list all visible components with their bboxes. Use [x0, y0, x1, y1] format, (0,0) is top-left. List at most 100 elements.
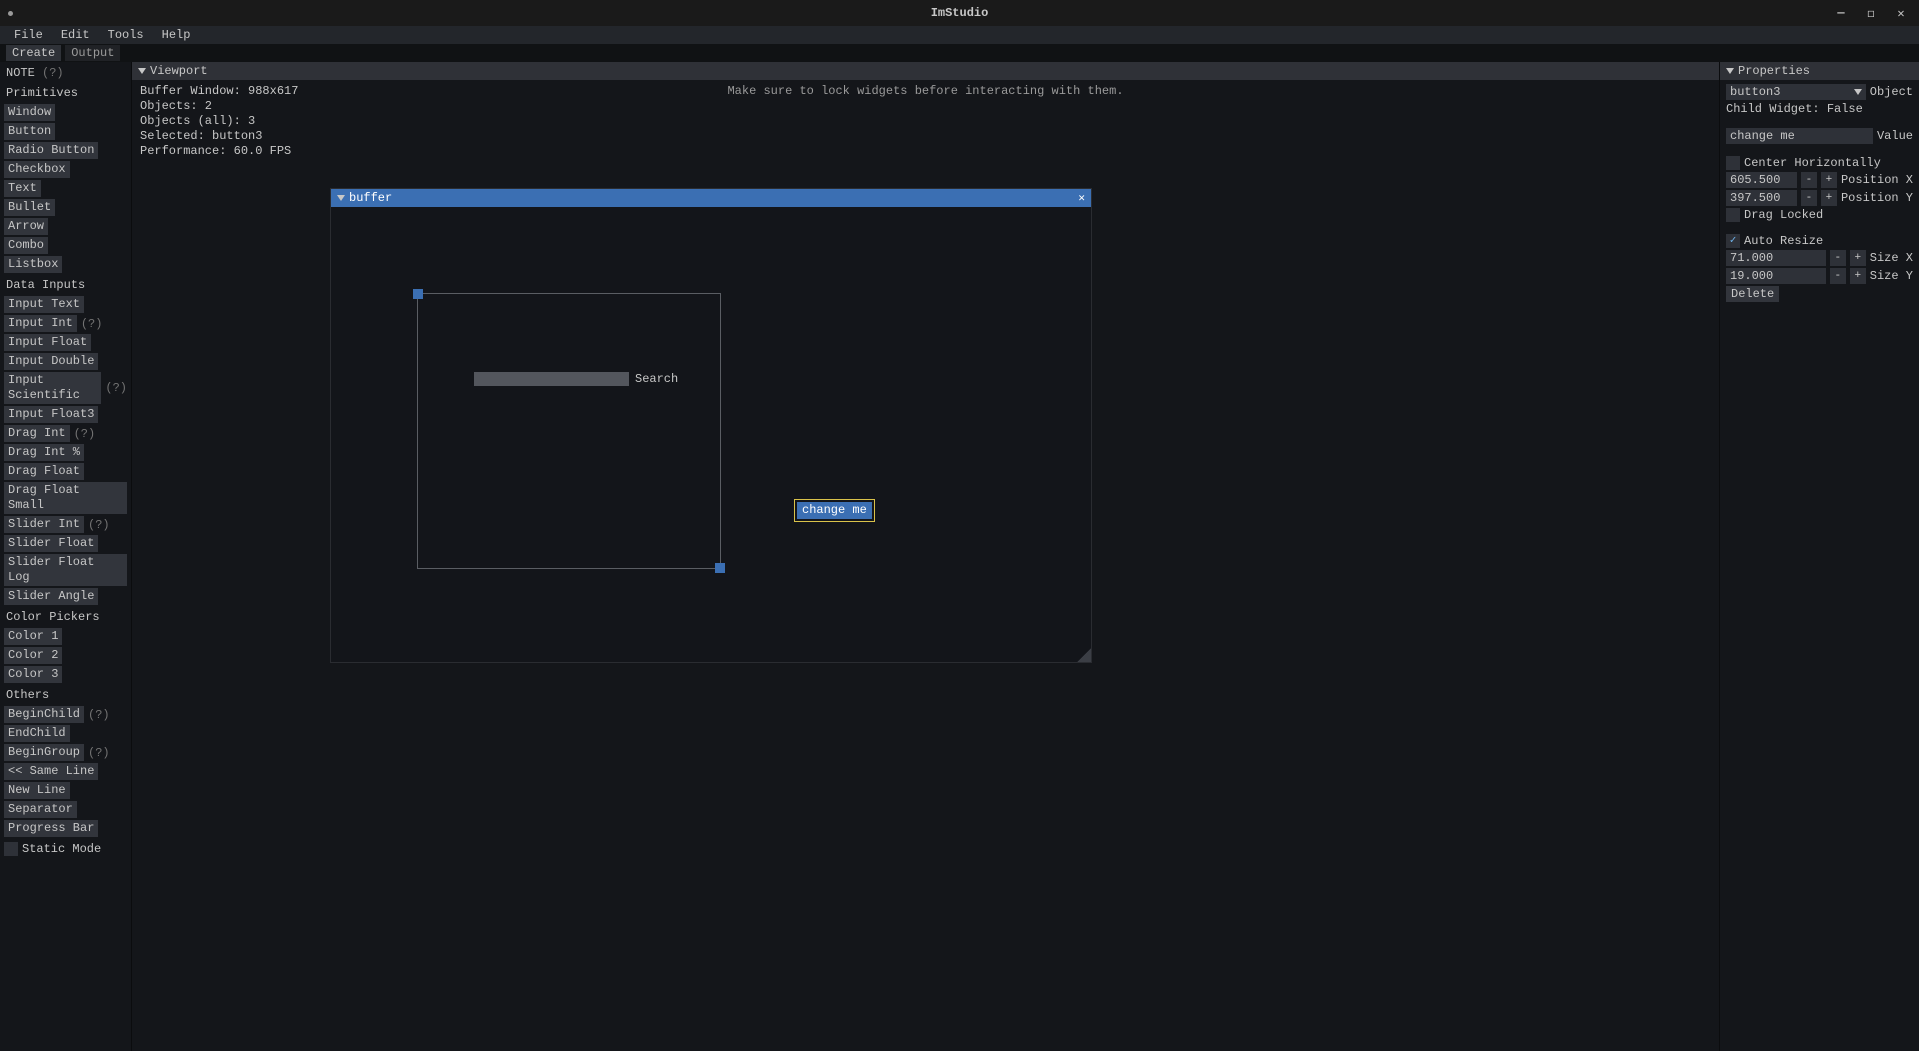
prim-checkbox[interactable]: Checkbox — [4, 161, 70, 178]
prim-button[interactable]: Button — [4, 123, 55, 140]
buffer-titlebar[interactable]: buffer ✕ — [331, 189, 1091, 207]
section-color-pickers: Color Pickers — [4, 606, 127, 627]
properties-panel: Properties button3 Object Child Widget: … — [1719, 62, 1919, 1051]
viewport-info: Buffer Window: 988x617 Objects: 2 Object… — [140, 84, 298, 159]
others-item[interactable]: Progress Bar — [4, 820, 98, 837]
drag-locked-checkbox[interactable] — [1726, 208, 1740, 222]
position-y-input[interactable]: 397.500 — [1726, 190, 1797, 206]
prim-text[interactable]: Text — [4, 180, 41, 197]
resize-handle-top-left[interactable] — [413, 289, 423, 299]
static-mode-label: Static Mode — [22, 842, 101, 856]
prim-combo[interactable]: Combo — [4, 237, 48, 254]
maximize-button[interactable]: ◻ — [1861, 3, 1881, 23]
collapse-icon — [337, 195, 345, 201]
properties-title: Properties — [1738, 64, 1810, 78]
data-input-item[interactable]: Input Double — [4, 353, 98, 370]
data-input-item[interactable]: Input Text — [4, 296, 84, 313]
minimize-button[interactable]: — — [1831, 3, 1851, 23]
menu-tools[interactable]: Tools — [102, 27, 150, 43]
change-me-button[interactable]: change me — [797, 502, 872, 519]
hint-icon[interactable]: (?) — [74, 427, 96, 441]
data-input-item[interactable]: Slider Float — [4, 535, 98, 552]
child-widget-frame[interactable]: Search — [417, 293, 721, 569]
value-input[interactable]: change me — [1726, 128, 1873, 144]
hint-icon[interactable]: (?) — [88, 518, 110, 532]
hint-icon[interactable]: (?) — [88, 708, 110, 722]
auto-resize-checkbox[interactable] — [1726, 234, 1740, 248]
color-3[interactable]: Color 3 — [4, 666, 62, 683]
os-titlebar: ImStudio — ◻ ✕ — [0, 0, 1919, 26]
tab-bar: Create Output — [0, 44, 1919, 62]
sidebar-note: NOTE (?) — [4, 64, 127, 82]
menu-file[interactable]: File — [8, 27, 49, 43]
position-y-minus[interactable]: - — [1801, 190, 1817, 206]
selected-button-frame[interactable]: change me — [794, 499, 875, 522]
position-x-input[interactable]: 605.500 — [1726, 172, 1797, 188]
object-combo[interactable]: button3 — [1726, 84, 1866, 100]
data-input-item[interactable]: Drag Float Small — [4, 482, 127, 514]
center-horizontally-checkbox[interactable] — [1726, 156, 1740, 170]
search-input[interactable] — [474, 372, 629, 386]
others-item[interactable]: BeginChild — [4, 706, 84, 723]
data-input-item[interactable]: Input Int — [4, 315, 77, 332]
prim-radio-button[interactable]: Radio Button — [4, 142, 98, 159]
section-data-inputs: Data Inputs — [4, 274, 127, 295]
color-2[interactable]: Color 2 — [4, 647, 62, 664]
data-input-item[interactable]: Input Float — [4, 334, 91, 351]
prim-listbox[interactable]: Listbox — [4, 256, 62, 273]
data-input-item[interactable]: Input Float3 — [4, 406, 98, 423]
data-input-item[interactable]: Drag Int % — [4, 444, 84, 461]
auto-resize-label: Auto Resize — [1744, 234, 1823, 248]
prim-bullet[interactable]: Bullet — [4, 199, 55, 216]
viewport-hint: Make sure to lock widgets before interac… — [727, 84, 1123, 98]
buffer-close-button[interactable]: ✕ — [1078, 191, 1085, 205]
properties-header[interactable]: Properties — [1720, 62, 1919, 80]
others-item[interactable]: BeginGroup — [4, 744, 84, 761]
close-button[interactable]: ✕ — [1891, 3, 1911, 23]
others-item[interactable]: New Line — [4, 782, 70, 799]
data-input-item[interactable]: Input Scientific — [4, 372, 101, 404]
note-hint[interactable]: (?) — [42, 66, 64, 80]
position-x-plus[interactable]: + — [1821, 172, 1837, 188]
object-label: Object — [1870, 85, 1913, 99]
window-resize-grip[interactable] — [1077, 648, 1091, 662]
buffer-window[interactable]: buffer ✕ Search change me — [330, 188, 1092, 663]
others-item[interactable]: << Same Line — [4, 763, 98, 780]
others-item[interactable]: Separator — [4, 801, 77, 818]
data-input-item[interactable]: Drag Float — [4, 463, 84, 480]
prim-arrow[interactable]: Arrow — [4, 218, 48, 235]
tab-create[interactable]: Create — [6, 45, 61, 61]
size-y-plus[interactable]: + — [1850, 268, 1866, 284]
size-x-plus[interactable]: + — [1850, 250, 1866, 266]
delete-button[interactable]: Delete — [1726, 286, 1779, 302]
position-y-plus[interactable]: + — [1821, 190, 1837, 206]
data-input-item[interactable]: Slider Angle — [4, 588, 98, 605]
hint-icon[interactable]: (?) — [81, 317, 103, 331]
position-x-minus[interactable]: - — [1801, 172, 1817, 188]
collapse-icon — [138, 68, 146, 74]
size-x-minus[interactable]: - — [1830, 250, 1846, 266]
data-input-item[interactable]: Slider Float Log — [4, 554, 127, 586]
size-y-minus[interactable]: - — [1830, 268, 1846, 284]
data-input-item[interactable]: Drag Int — [4, 425, 70, 442]
menu-edit[interactable]: Edit — [55, 27, 96, 43]
viewport-header[interactable]: Viewport — [132, 62, 1719, 80]
chevron-down-icon — [1854, 89, 1862, 95]
drag-locked-label: Drag Locked — [1744, 208, 1823, 222]
position-y-label: Position Y — [1841, 191, 1913, 205]
static-mode-checkbox[interactable] — [4, 842, 18, 856]
resize-handle-bottom-right[interactable] — [715, 563, 725, 573]
value-label: Value — [1877, 129, 1913, 143]
menu-help[interactable]: Help — [156, 27, 197, 43]
size-x-input[interactable]: 71.000 — [1726, 250, 1826, 266]
tab-output[interactable]: Output — [65, 45, 120, 61]
size-y-input[interactable]: 19.000 — [1726, 268, 1826, 284]
hint-icon[interactable]: (?) — [105, 381, 127, 395]
data-input-item[interactable]: Slider Int — [4, 516, 84, 533]
position-x-label: Position X — [1841, 173, 1913, 187]
others-item[interactable]: EndChild — [4, 725, 70, 742]
prim-window[interactable]: Window — [4, 104, 55, 121]
color-1[interactable]: Color 1 — [4, 628, 62, 645]
child-widget-label: Child Widget: False — [1726, 102, 1913, 116]
hint-icon[interactable]: (?) — [88, 746, 110, 760]
